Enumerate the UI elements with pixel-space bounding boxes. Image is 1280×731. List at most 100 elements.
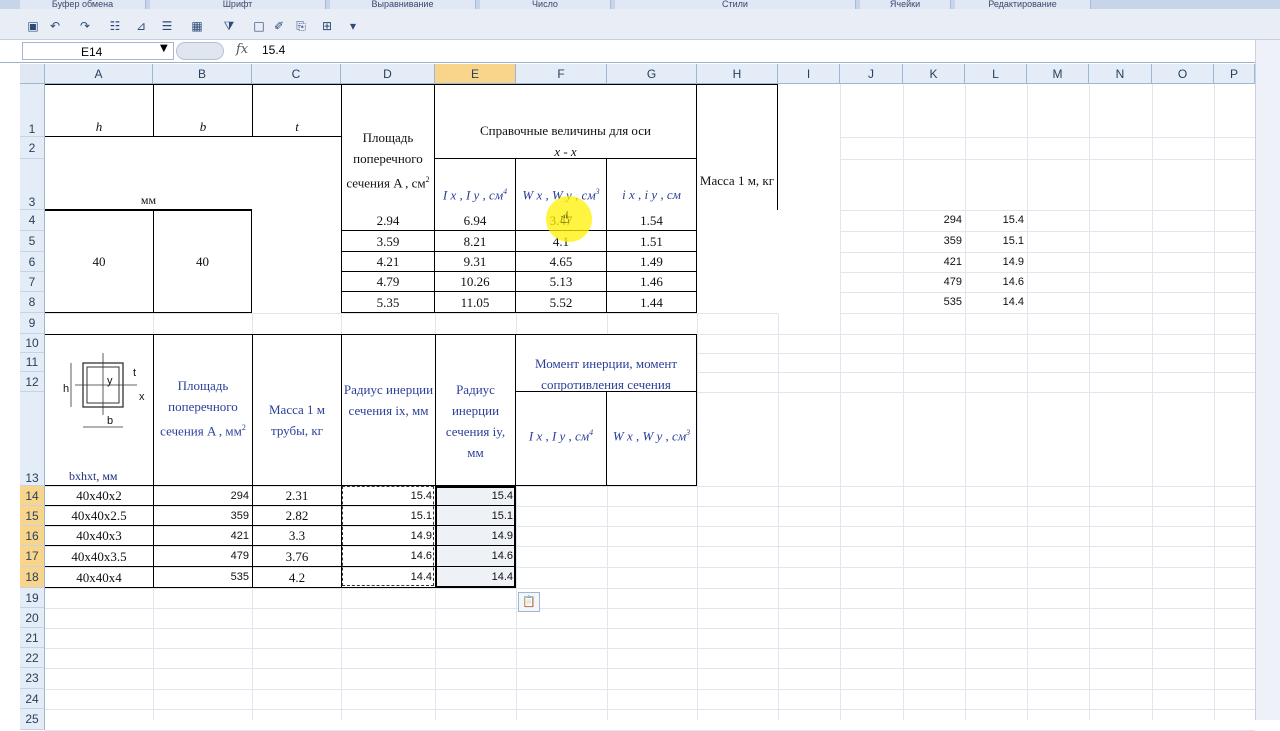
row-header-12[interactable]: 12 [20, 372, 45, 392]
column-header-c[interactable]: C [252, 64, 341, 84]
bottom-cell-dim-18[interactable]: 40x40x4 [45, 567, 153, 588]
row-header-23[interactable]: 23 [20, 668, 45, 689]
side-cell-l-8[interactable]: 14.4 [965, 292, 1027, 313]
column-header-a[interactable]: A [45, 64, 153, 84]
row-header-17[interactable]: 17 [20, 546, 45, 567]
side-cell-l-7[interactable]: 14.6 [965, 272, 1027, 292]
top-cell-I-5[interactable]: 8.21 [435, 231, 516, 252]
format-painter-icon[interactable]: ✐ [270, 17, 288, 35]
selection-range[interactable] [435, 486, 516, 588]
side-cell-l-5[interactable]: 15.1 [965, 231, 1027, 252]
bottom-cell-mass-15[interactable]: 2.82 [252, 506, 341, 526]
sort-icon[interactable]: ☰ [158, 17, 176, 35]
row-header-18[interactable]: 18 [20, 567, 45, 588]
column-header-j[interactable]: J [840, 64, 903, 84]
insert-function-icon[interactable]: fx [236, 42, 248, 57]
column-header-f[interactable]: F [516, 64, 607, 84]
merge-icon[interactable]: ⊞ [318, 17, 336, 35]
row-header-8[interactable]: 8 [20, 292, 45, 313]
row-header-22[interactable]: 22 [20, 648, 45, 668]
redo-icon[interactable]: ↷ [76, 17, 94, 35]
top-cell-i-8[interactable]: 1.44 [607, 292, 697, 313]
filter-icon[interactable]: ⧩ [220, 17, 238, 35]
vertical-scrollbar[interactable] [1255, 40, 1280, 720]
bottom-cell-mass-16[interactable]: 3.3 [252, 526, 341, 546]
column-header-e[interactable]: E [435, 64, 516, 84]
bottom-cell-mass-17[interactable]: 3.76 [252, 546, 341, 567]
top-cell-A-5[interactable]: 3.59 [341, 231, 435, 252]
mass-cell[interactable] [697, 272, 778, 292]
side-cell-k-7[interactable]: 479 [903, 272, 965, 292]
column-header-n[interactable]: N [1089, 64, 1152, 84]
column-header-b[interactable]: B [153, 64, 252, 84]
side-cell-k-6[interactable]: 421 [903, 252, 965, 272]
column-header-o[interactable]: O [1152, 64, 1214, 84]
ribbon-group-cells[interactable]: Ячейки [860, 0, 951, 9]
column-header-h[interactable]: H [697, 64, 778, 84]
row-header-1[interactable]: 1 [20, 84, 45, 137]
bottom-cell-mass-14[interactable]: 2.31 [252, 486, 341, 506]
mass-cell[interactable] [697, 210, 778, 231]
top-cell-I-6[interactable]: 9.31 [435, 252, 516, 272]
row-header-20[interactable]: 20 [20, 608, 45, 628]
bottom-cell-mass-18[interactable]: 4.2 [252, 567, 341, 588]
column-header-k[interactable]: K [903, 64, 965, 84]
top-cell-W-6[interactable]: 4.65 [516, 252, 607, 272]
top-cell-i-7[interactable]: 1.46 [607, 272, 697, 292]
select-all-button[interactable] [20, 64, 45, 84]
undo-icon[interactable]: ↶ [46, 17, 64, 35]
bottom-cell-dim-17[interactable]: 40x40x3.5 [45, 546, 153, 567]
paste-options-icon[interactable]: 📋 [518, 592, 540, 612]
top-cell-i-6[interactable]: 1.49 [607, 252, 697, 272]
row-header-2[interactable]: 2 [20, 137, 45, 159]
mass-cell[interactable] [697, 292, 778, 313]
top-cell-A-7[interactable]: 4.79 [341, 272, 435, 292]
customize-chevron-down-icon[interactable]: ▾ [344, 17, 362, 35]
top-cell-A-6[interactable]: 4.21 [341, 252, 435, 272]
ribbon-group-editing[interactable]: Редактирование [955, 0, 1091, 9]
save-icon[interactable]: ▣ [24, 17, 42, 35]
top-cell-i-5[interactable]: 1.51 [607, 231, 697, 252]
row-header-19[interactable]: 19 [20, 588, 45, 608]
side-cell-k-5[interactable]: 359 [903, 231, 965, 252]
paste-icon[interactable]: ⎘ [292, 17, 310, 35]
row-header-4[interactable]: 4 [20, 210, 45, 231]
bottom-cell-dim-14[interactable]: 40x40x2 [45, 486, 153, 506]
row-header-15[interactable]: 15 [20, 506, 45, 526]
bottom-cell-area-16[interactable]: 421 [153, 526, 252, 546]
top-cell-A-8[interactable]: 5.35 [341, 292, 435, 313]
bottom-cell-area-15[interactable]: 359 [153, 506, 252, 526]
border-icon[interactable]: □ [250, 17, 268, 35]
ribbon-group-font[interactable]: Шрифт [150, 0, 326, 9]
column-header-p[interactable]: P [1214, 64, 1255, 84]
form-icon[interactable]: ☷ [106, 17, 124, 35]
row-header-6[interactable]: 6 [20, 252, 45, 272]
row-header-7[interactable]: 7 [20, 272, 45, 292]
top-cell-W-7[interactable]: 5.13 [516, 272, 607, 292]
row-header-9[interactable]: 9 [20, 313, 45, 334]
column-header-m[interactable]: M [1027, 64, 1089, 84]
ribbon-group-number[interactable]: Число [480, 0, 611, 9]
mass-cell[interactable] [697, 252, 778, 272]
column-header-l[interactable]: L [965, 64, 1027, 84]
row-header-3[interactable]: 3 [20, 159, 45, 210]
row-header-16[interactable]: 16 [20, 526, 45, 546]
table-icon[interactable]: ▦ [188, 17, 206, 35]
column-header-d[interactable]: D [341, 64, 435, 84]
ribbon-group-styles[interactable]: Стили [615, 0, 856, 9]
side-cell-k-4[interactable]: 294 [903, 210, 965, 231]
top-cell-A-4[interactable]: 2.94 [341, 210, 435, 231]
row-header-24[interactable]: 24 [20, 689, 45, 709]
mass-cell[interactable] [697, 231, 778, 252]
top-cell-I-7[interactable]: 10.26 [435, 272, 516, 292]
row-header-11[interactable]: 11 [20, 353, 45, 372]
ribbon-group-alignment[interactable]: Выравнивание [330, 0, 476, 9]
side-cell-k-8[interactable]: 535 [903, 292, 965, 313]
row-header-10[interactable]: 10 [20, 334, 45, 353]
top-cell-W-8[interactable]: 5.52 [516, 292, 607, 313]
row-header-14[interactable]: 14 [20, 486, 45, 506]
column-header-g[interactable]: G [607, 64, 697, 84]
bottom-cell-area-18[interactable]: 535 [153, 567, 252, 588]
bottom-cell-dim-15[interactable]: 40x40x2.5 [45, 506, 153, 526]
formula-input[interactable]: 15.4 [262, 43, 285, 57]
